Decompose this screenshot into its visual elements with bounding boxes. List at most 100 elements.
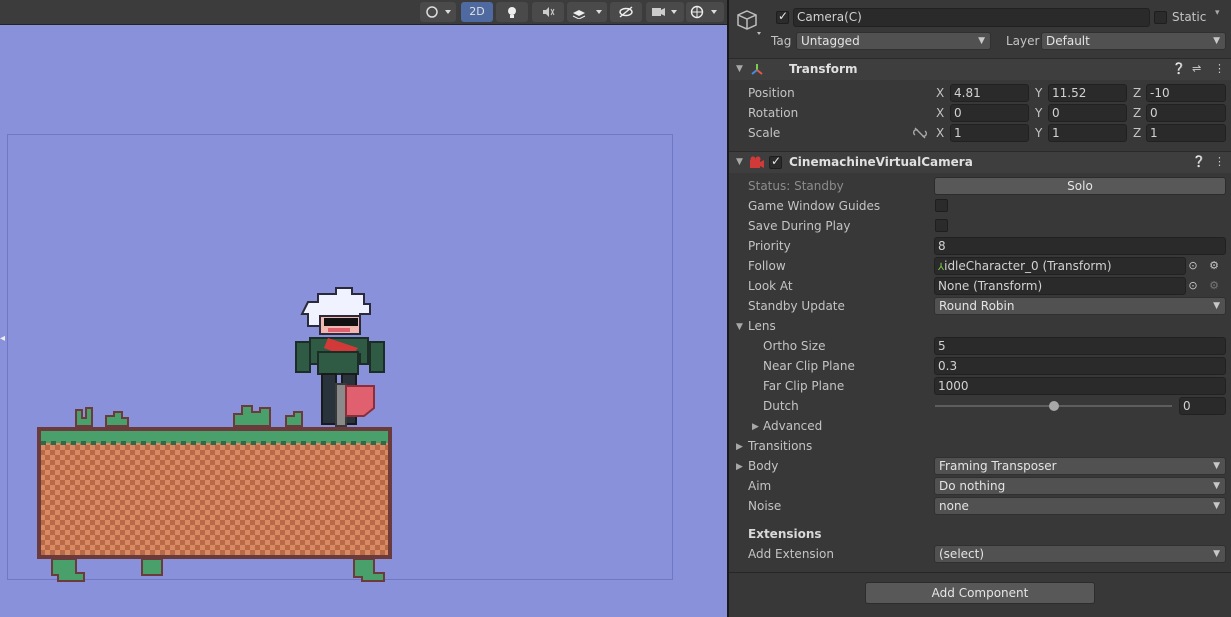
save-during-play-label: Save During Play	[748, 219, 851, 233]
rotation-x-input[interactable]: 0	[950, 104, 1029, 122]
rotation-x-axis[interactable]: X	[936, 106, 944, 120]
body-label[interactable]: Body	[748, 459, 778, 473]
character-sprite[interactable]	[288, 286, 392, 428]
inspector-panel: Camera(C) Static ▾ Tag Untagged ▼ Layer D…	[729, 0, 1231, 617]
add-component-button[interactable]: Add Component	[865, 582, 1095, 604]
scale-x-input[interactable]: 1	[950, 124, 1029, 142]
component-divider	[729, 572, 1231, 573]
lens-foldout-arrow-icon[interactable]: ▼	[736, 322, 743, 332]
ortho-size-label: Ortho Size	[763, 339, 826, 353]
extensions-heading: Extensions	[748, 527, 822, 541]
more-options-icon[interactable]: ⋮	[1214, 62, 1225, 75]
dutch-label: Dutch	[763, 399, 799, 413]
body-value: Framing Transposer	[939, 459, 1057, 473]
scale-x-axis[interactable]: X	[936, 126, 944, 140]
vcam-header[interactable]: ▼ CinemachineVirtualCamera ❔ ⋮	[729, 151, 1231, 173]
vcam-enabled-checkbox[interactable]	[769, 154, 782, 169]
help-icon[interactable]: ❔	[1172, 62, 1186, 75]
lens-label[interactable]: Lens	[748, 319, 776, 333]
static-dropdown-arrow-icon[interactable]: ▾	[1215, 8, 1220, 18]
far-clip-label: Far Clip Plane	[763, 379, 845, 393]
noise-value: none	[939, 499, 969, 513]
static-checkbox[interactable]	[1154, 11, 1167, 24]
position-y-input[interactable]: 11.52	[1048, 84, 1127, 102]
chevron-down-icon: ▼	[1213, 301, 1220, 311]
dutch-slider-thumb[interactable]	[1048, 401, 1059, 411]
body-dropdown[interactable]: Framing Transposer ▼	[934, 457, 1226, 475]
more-options-icon[interactable]: ⋮	[1214, 155, 1225, 168]
cinemachine-camera-icon	[750, 156, 764, 168]
aim-label: Aim	[748, 479, 772, 493]
object-picker-icon[interactable]: ⊙	[1186, 259, 1200, 273]
solo-button[interactable]: Solo	[934, 177, 1226, 195]
advanced-foldout-arrow-icon[interactable]: ▶	[752, 422, 759, 432]
transitions-foldout-arrow-icon[interactable]: ▶	[736, 442, 743, 452]
scale-y-axis[interactable]: Y	[1035, 126, 1042, 140]
position-label: Position	[748, 86, 795, 100]
chevron-down-icon: ▼	[1213, 501, 1220, 511]
rotation-label: Rotation	[748, 106, 799, 120]
transform-header[interactable]: ▼ Transform ❔ ⇌ ⋮	[729, 58, 1231, 80]
constrain-proportions-link-icon[interactable]	[913, 127, 927, 139]
add-extension-dropdown[interactable]: (select) ▼	[934, 545, 1226, 563]
aim-dropdown[interactable]: Do nothing ▼	[934, 477, 1226, 495]
ortho-size-input[interactable]: 5	[934, 337, 1226, 355]
position-x-axis[interactable]: X	[936, 86, 944, 100]
tag-value: Untagged	[801, 34, 860, 48]
tag-label: Tag	[771, 34, 792, 48]
tag-dropdown[interactable]: Untagged ▼	[796, 32, 991, 50]
dutch-input[interactable]: 0	[1179, 397, 1226, 415]
transitions-label[interactable]: Transitions	[748, 439, 812, 453]
rotation-y-axis[interactable]: Y	[1035, 106, 1042, 120]
help-icon[interactable]: ❔	[1192, 155, 1206, 168]
layer-dropdown[interactable]: Default ▼	[1041, 32, 1226, 50]
near-clip-label: Near Clip Plane	[763, 359, 855, 373]
gear-icon[interactable]: ⚙	[1207, 259, 1221, 273]
position-y-axis[interactable]: Y	[1035, 86, 1042, 100]
priority-input[interactable]: 8	[934, 237, 1226, 255]
add-extension-label: Add Extension	[748, 547, 834, 561]
rotation-y-input[interactable]: 0	[1048, 104, 1127, 122]
rotation-z-input[interactable]: 0	[1146, 104, 1226, 122]
gear-icon[interactable]: ⚙	[1207, 279, 1221, 293]
follow-value: idleCharacter_0 (Transform)	[944, 259, 1112, 273]
rotation-z-axis[interactable]: Z	[1133, 106, 1141, 120]
position-x-input[interactable]: 4.81	[950, 84, 1029, 102]
transform-axes-icon	[751, 64, 763, 75]
static-label: Static	[1172, 10, 1207, 24]
object-name-input[interactable]: Camera(C)	[793, 8, 1150, 27]
look-at-object-field[interactable]: None (Transform)	[934, 277, 1186, 295]
foldout-arrow-icon[interactable]: ▼	[736, 157, 743, 167]
layer-label: Layer	[1006, 34, 1040, 48]
priority-label: Priority	[748, 239, 791, 253]
save-during-play-checkbox[interactable]	[935, 219, 948, 232]
object-picker-icon[interactable]: ⊙	[1186, 279, 1200, 293]
chevron-down-icon: ▼	[1213, 461, 1220, 471]
chevron-down-icon: ▼	[1213, 481, 1220, 491]
body-foldout-arrow-icon[interactable]: ▶	[736, 462, 743, 472]
status-label: Status: Standby	[748, 179, 844, 193]
scale-z-axis[interactable]: Z	[1133, 126, 1141, 140]
far-clip-input[interactable]: 1000	[934, 377, 1226, 395]
look-at-label: Look At	[748, 279, 793, 293]
foldout-arrow-icon[interactable]: ▼	[736, 64, 743, 74]
presets-icon[interactable]: ⇌	[1192, 62, 1201, 75]
position-z-input[interactable]: -10	[1146, 84, 1226, 102]
active-checkbox[interactable]	[776, 9, 789, 24]
game-window-guides-checkbox[interactable]	[935, 199, 948, 212]
scale-y-input[interactable]: 1	[1048, 124, 1127, 142]
standby-update-dropdown[interactable]: Round Robin ▼	[934, 297, 1226, 315]
near-clip-input[interactable]: 0.3	[934, 357, 1226, 375]
game-window-guides-label: Game Window Guides	[748, 199, 881, 213]
scene-view[interactable]: 2D ◂	[0, 0, 727, 617]
position-z-axis[interactable]: Z	[1133, 86, 1141, 100]
noise-label: Noise	[748, 499, 782, 513]
advanced-label[interactable]: Advanced	[763, 419, 822, 433]
scale-label: Scale	[748, 126, 781, 140]
layer-value: Default	[1046, 34, 1090, 48]
noise-dropdown[interactable]: none ▼	[934, 497, 1226, 515]
transform-title: Transform	[789, 62, 858, 76]
follow-object-field[interactable]: ⅄idleCharacter_0 (Transform)	[934, 257, 1186, 275]
add-extension-value: (select)	[939, 547, 985, 561]
scale-z-input[interactable]: 1	[1146, 124, 1226, 142]
